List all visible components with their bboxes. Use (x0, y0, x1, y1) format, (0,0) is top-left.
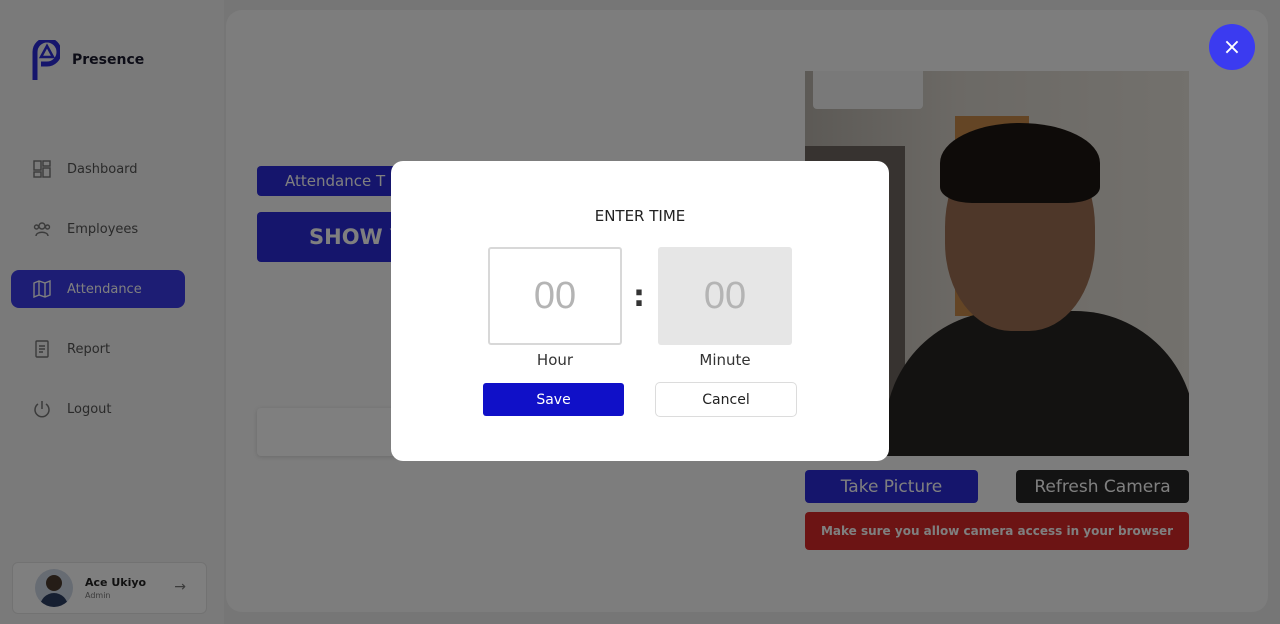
save-button[interactable]: Save (483, 383, 624, 416)
hour-label: Hour (536, 351, 574, 369)
minute-label: Minute (699, 351, 751, 369)
hour-input[interactable]: 00 (488, 247, 622, 345)
modal-title: ENTER TIME (594, 207, 686, 225)
minute-input[interactable]: 00 (658, 247, 792, 345)
close-icon: × (1222, 34, 1242, 60)
time-separator: : (633, 279, 645, 314)
cancel-button[interactable]: Cancel (655, 382, 797, 417)
close-button[interactable]: × (1209, 24, 1255, 70)
enter-time-modal: ENTER TIME 00 : 00 Hour Minute Save Canc… (391, 161, 889, 461)
